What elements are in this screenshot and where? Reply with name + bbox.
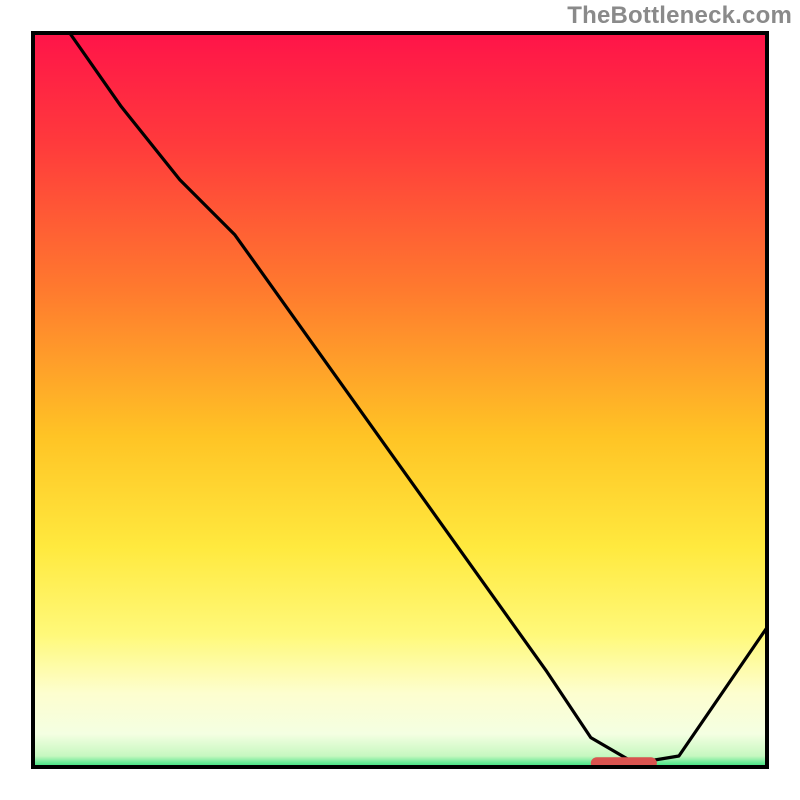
bottleneck-chart xyxy=(0,0,800,800)
chart-container: TheBottleneck.com xyxy=(0,0,800,800)
plot-background xyxy=(33,33,767,767)
